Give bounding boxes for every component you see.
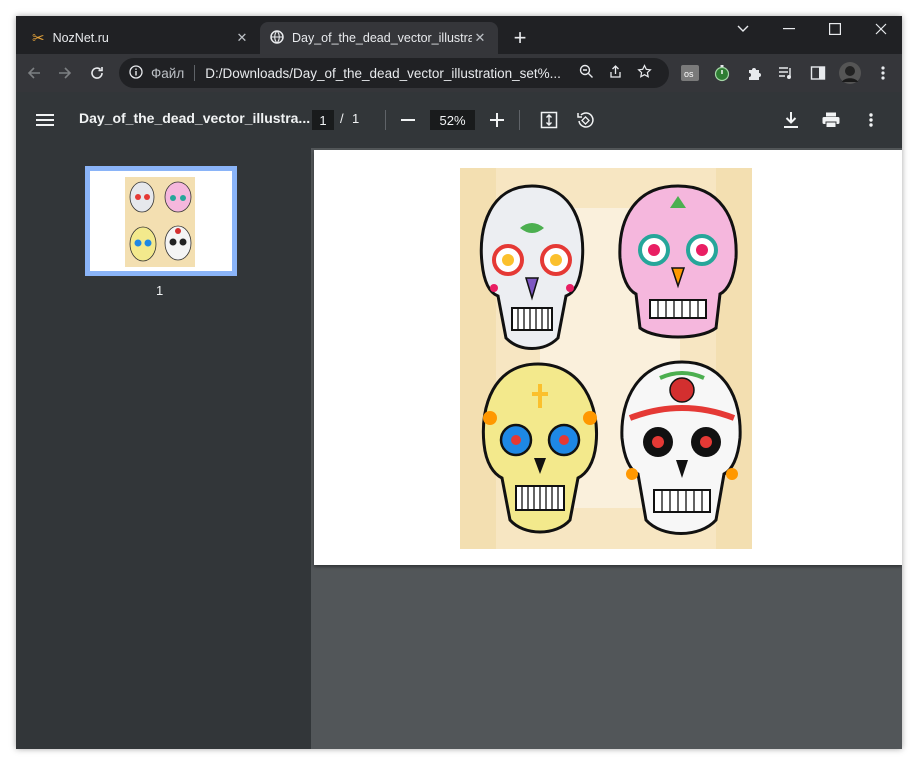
- zoom-level-input[interactable]: 52%: [430, 110, 475, 130]
- sugar-skulls-illustration: [460, 168, 752, 549]
- page-separator: /: [340, 111, 344, 126]
- zoom-icon[interactable]: [579, 64, 594, 82]
- close-icon[interactable]: ✕: [234, 30, 250, 46]
- bookmark-star-icon[interactable]: [637, 64, 652, 82]
- extensions-puzzle-icon[interactable]: [743, 61, 767, 85]
- close-window-button[interactable]: [858, 16, 902, 42]
- side-panel-icon[interactable]: [806, 61, 830, 85]
- forward-button[interactable]: [53, 61, 77, 85]
- globe-icon: [270, 29, 284, 47]
- hamburger-menu-icon[interactable]: [33, 108, 57, 132]
- download-icon[interactable]: [779, 108, 803, 132]
- new-tab-button[interactable]: +: [508, 25, 532, 50]
- tab-title: NozNet.ru: [52, 31, 109, 45]
- avatar[interactable]: [838, 61, 862, 85]
- reload-button[interactable]: [85, 61, 109, 85]
- playlist-icon[interactable]: [774, 61, 798, 85]
- lastpass-icon[interactable]: os: [678, 61, 702, 85]
- url-text[interactable]: D:/Downloads/Day_of_the_dead_vector_illu…: [205, 66, 567, 81]
- thumbnail-page: [90, 171, 232, 271]
- divider: [519, 110, 520, 130]
- divider: [385, 110, 386, 130]
- thumbnail-image: [125, 177, 195, 267]
- browser-toolbar: Файл D:/Downloads/Day_of_the_dead_vector…: [16, 54, 902, 92]
- tab-strip: ✂ NozNet.ru ✕ Day_of_the_dead_vector_ill…: [16, 16, 902, 54]
- timer-icon[interactable]: [710, 61, 734, 85]
- document-title: Day_of_the_dead_vector_illustra...: [79, 110, 311, 126]
- rotate-icon[interactable]: [573, 108, 597, 132]
- menu-kebab-icon[interactable]: [871, 61, 895, 85]
- pdf-viewport[interactable]: [311, 148, 902, 749]
- page-number-input[interactable]: 1: [312, 110, 334, 130]
- divider: [194, 65, 196, 81]
- maximize-button[interactable]: [812, 16, 858, 42]
- close-icon[interactable]: ✕: [472, 30, 488, 46]
- tools-icon: ✂: [32, 30, 45, 47]
- tab-search-button[interactable]: [720, 16, 766, 42]
- pdf-page: [314, 150, 902, 565]
- zoom-in-button[interactable]: [485, 108, 509, 132]
- fit-to-page-icon[interactable]: [537, 108, 561, 132]
- thumbnails-sidebar: 1: [16, 148, 311, 749]
- info-icon[interactable]: [129, 64, 143, 82]
- thumbnail-page-number: 1: [156, 283, 164, 298]
- share-icon[interactable]: [608, 64, 623, 82]
- tab-title: Day_of_the_dead_vector_illustration: [292, 31, 472, 45]
- page-total: 1: [352, 111, 360, 126]
- tab-noznet[interactable]: ✂ NozNet.ru ✕: [22, 22, 260, 54]
- page-thumbnail[interactable]: [85, 166, 237, 276]
- svg-text:os: os: [684, 69, 694, 79]
- back-button[interactable]: [22, 61, 46, 85]
- address-bar[interactable]: Файл D:/Downloads/Day_of_the_dead_vector…: [119, 58, 669, 88]
- pdf-toolbar: Day_of_the_dead_vector_illustra... 1 / 1…: [16, 92, 902, 148]
- tab-pdf[interactable]: Day_of_the_dead_vector_illustration ✕: [260, 22, 498, 54]
- browser-window: ✂ NozNet.ru ✕ Day_of_the_dead_vector_ill…: [16, 16, 902, 749]
- skull-pink: [618, 184, 738, 339]
- more-options-icon[interactable]: [859, 108, 883, 132]
- zoom-out-button[interactable]: [396, 108, 420, 132]
- minimize-button[interactable]: [766, 16, 812, 42]
- scheme-label: Файл: [151, 65, 185, 81]
- print-icon[interactable]: [819, 108, 843, 132]
